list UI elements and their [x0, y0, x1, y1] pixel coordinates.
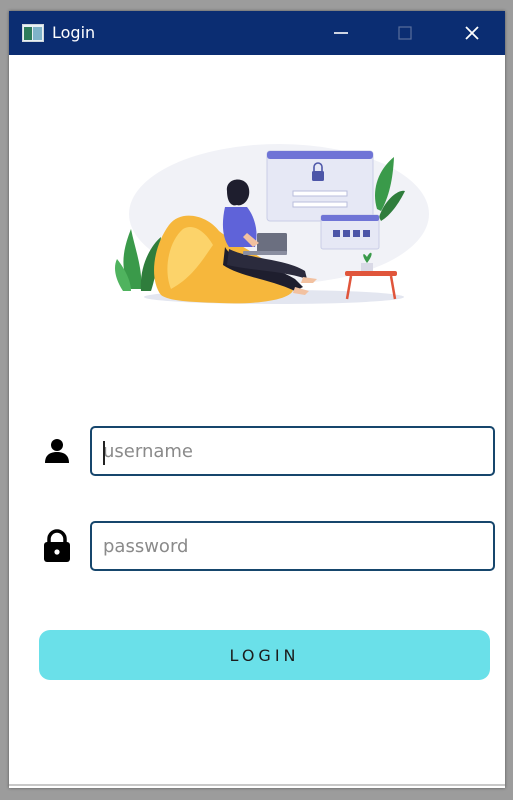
- minimize-icon: [334, 32, 348, 34]
- username-input[interactable]: [90, 426, 495, 476]
- login-button[interactable]: LOGIN: [39, 630, 490, 680]
- login-illustration: [115, 144, 429, 304]
- maximize-button[interactable]: [377, 11, 433, 55]
- window-title: Login: [52, 23, 96, 42]
- maximize-icon: [398, 26, 412, 40]
- password-input[interactable]: [90, 521, 495, 571]
- lock-icon: [43, 529, 71, 563]
- login-window: Login username LOGIN: [9, 11, 505, 788]
- user-icon: [44, 438, 70, 464]
- text-caret: [103, 441, 105, 465]
- close-icon: [465, 26, 479, 40]
- close-button[interactable]: [444, 11, 500, 55]
- title-bar[interactable]: Login: [9, 11, 505, 55]
- minimize-button[interactable]: [313, 11, 369, 55]
- app-window-icon: [22, 24, 44, 42]
- window-bottom-edge: [9, 784, 505, 786]
